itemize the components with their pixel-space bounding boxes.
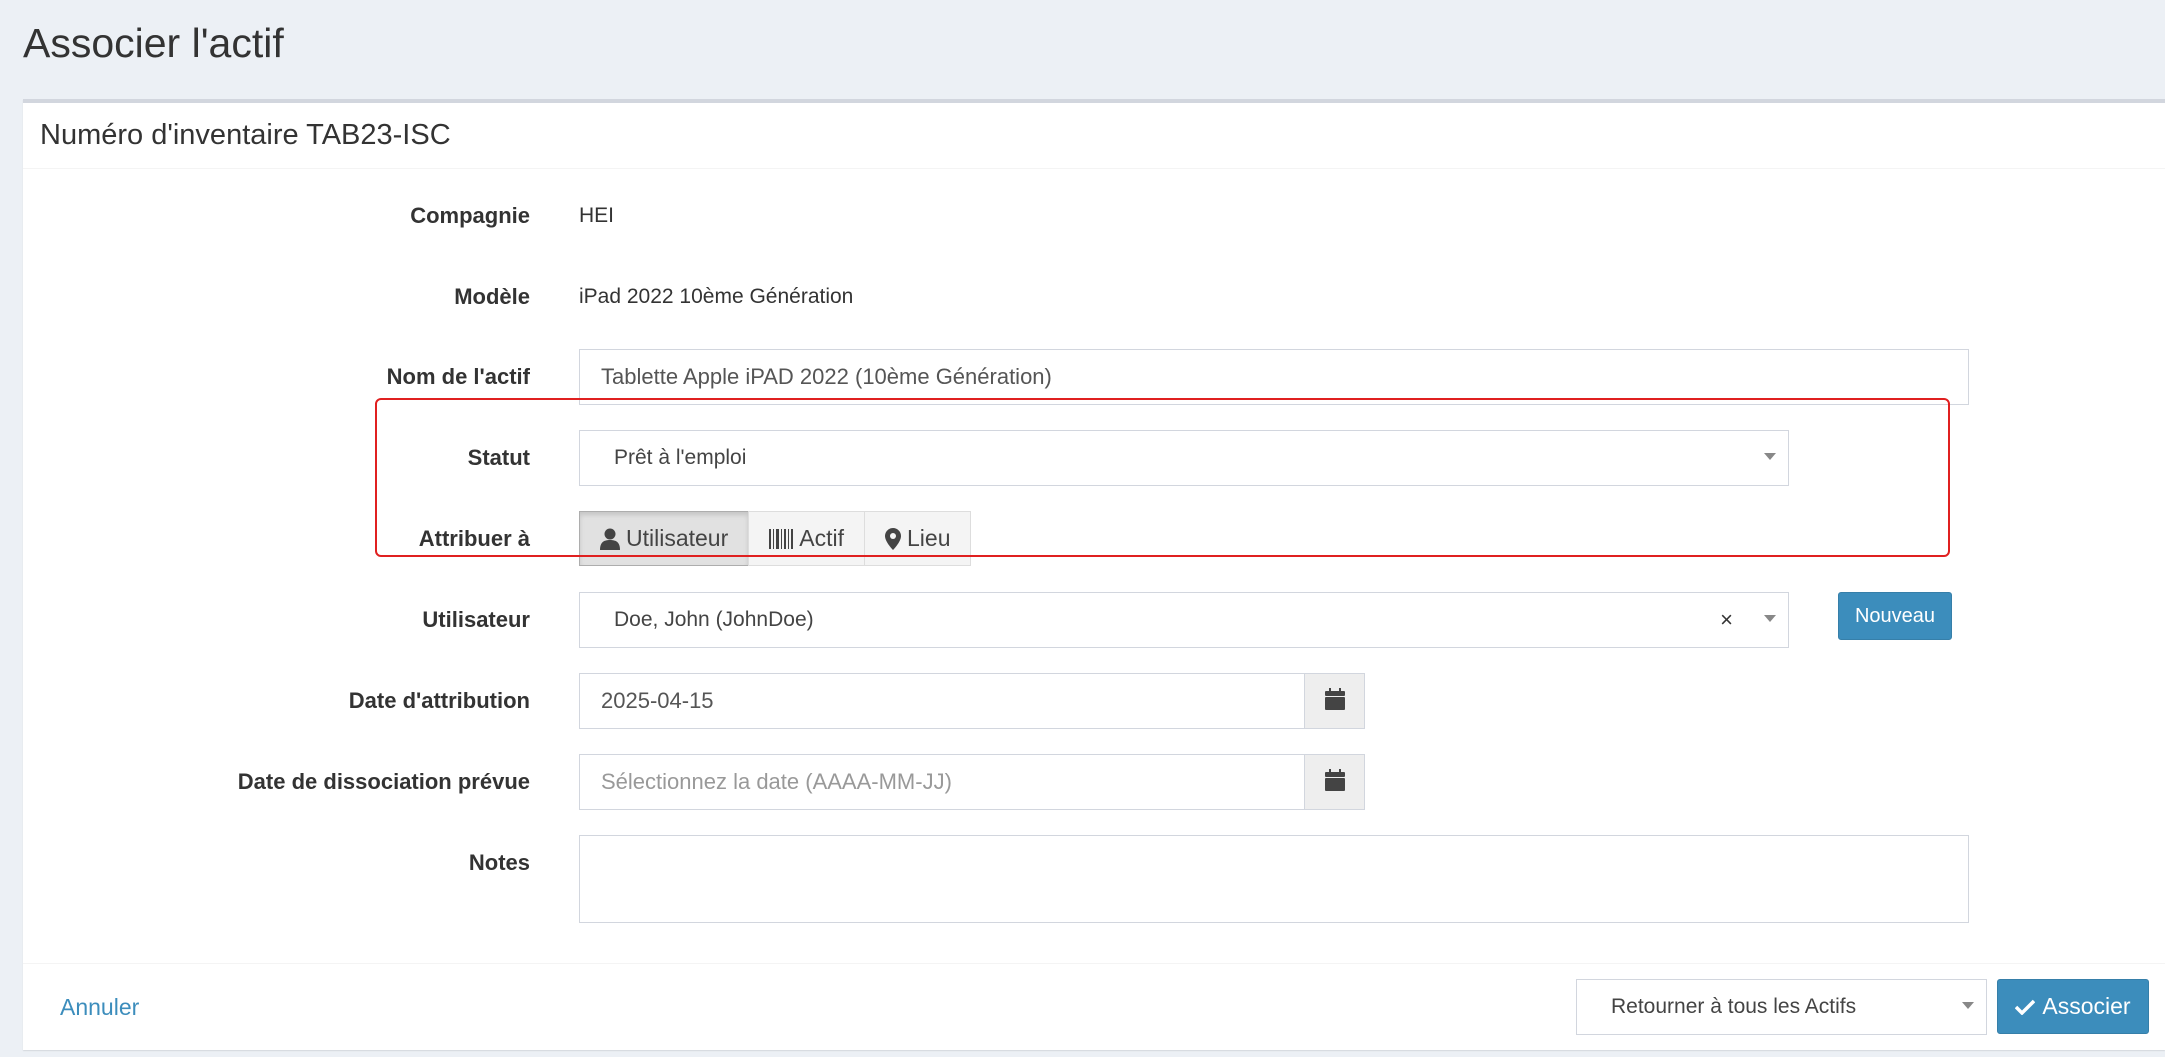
model-label: Modèle — [454, 284, 530, 309]
user-label: Utilisateur — [422, 607, 530, 632]
box-title: Numéro d'inventaire TAB23-ISC — [40, 119, 451, 151]
checkout-date-label: Date d'attribution — [348, 688, 530, 713]
box-header: Numéro d'inventaire TAB23-ISC — [23, 103, 2165, 169]
chevron-down-icon — [1962, 1002, 1974, 1009]
company-value: HEI — [579, 204, 615, 227]
cancel-link[interactable]: Annuler — [60, 994, 139, 1021]
box-footer: Annuler Retourner à tous les Actifs Asso… — [23, 963, 2165, 1054]
checkout-form-box: Numéro d'inventaire TAB23-ISC Compagnie … — [23, 99, 2165, 1050]
company-label: Compagnie — [410, 203, 530, 228]
expected-checkin-label: Date de dissociation prévue — [237, 769, 530, 794]
asset-name-input[interactable]: Tablette Apple iPAD 2022 (10ème Générati… — [579, 349, 1969, 405]
clear-icon[interactable]: × — [1720, 607, 1733, 633]
checkout-date-input[interactable]: 2025-04-15 — [579, 673, 1305, 729]
chevron-down-icon — [1764, 615, 1776, 622]
expected-checkin-calendar-button[interactable] — [1304, 754, 1365, 810]
new-user-button[interactable]: Nouveau — [1838, 592, 1952, 640]
checkout-date-calendar-button[interactable] — [1304, 673, 1365, 729]
notes-textarea[interactable] — [579, 835, 1969, 923]
assignment-highlight-box — [375, 398, 1950, 557]
expected-checkin-input[interactable]: Sélectionnez la date (AAAA-MM-JJ) — [579, 754, 1305, 810]
calendar-icon — [1324, 687, 1345, 715]
check-icon — [2015, 999, 2036, 1015]
asset-name-label: Nom de l'actif — [386, 364, 530, 389]
redirect-select-value: Retourner à tous les Actifs — [1611, 995, 1857, 1018]
user-select-value: Doe, John (JohnDoe) — [614, 608, 814, 631]
user-select[interactable]: Doe, John (JohnDoe) × — [579, 592, 1789, 648]
checkout-submit-label: Associer — [2042, 993, 2131, 1019]
checkout-submit-button[interactable]: Associer — [1997, 979, 2149, 1034]
notes-label: Notes — [468, 850, 530, 875]
page-title: Associer l'actif — [23, 20, 284, 66]
redirect-select[interactable]: Retourner à tous les Actifs — [1576, 979, 1987, 1035]
model-value: iPad 2022 10ème Génération — [579, 285, 854, 308]
calendar-icon — [1324, 768, 1345, 796]
